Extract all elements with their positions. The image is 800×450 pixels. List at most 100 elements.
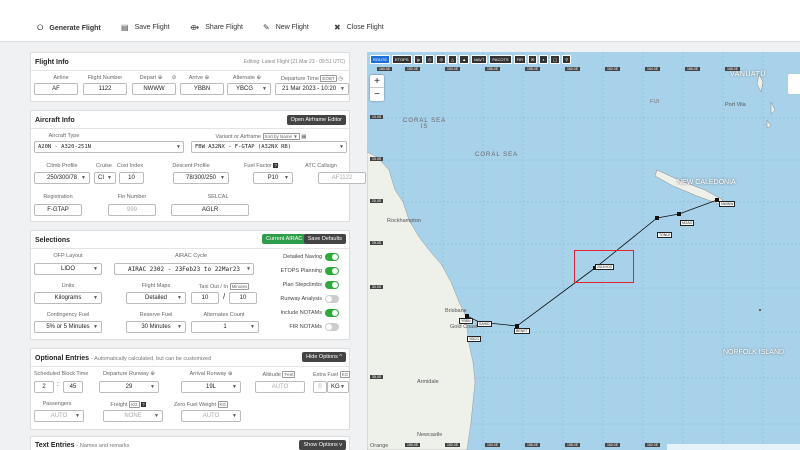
ofp-layout-select[interactable]: LIDO ▼ — [34, 263, 102, 275]
contingency-fuel-select[interactable]: 5% or 5 Minutes ▼ — [34, 321, 102, 333]
circle-icon[interactable]: ◯ — [549, 55, 561, 64]
coord-label: 156.0E — [485, 67, 501, 71]
open-airframe-editor-button[interactable]: Open Airframe Editor — [286, 115, 346, 125]
new-caledonia-landmass — [654, 169, 724, 205]
share-flight-button[interactable]: ⟴ Share Flight — [190, 23, 243, 32]
climb-profile-label: Climb Profile — [46, 163, 78, 169]
aircraft-type-select[interactable]: A20N - A320-251N ▼ — [34, 141, 184, 153]
close-flight-button[interactable]: ✖ Close Flight — [334, 23, 384, 32]
coord-label: 30.0S — [370, 285, 384, 289]
zoom-out-button[interactable]: − — [370, 88, 384, 101]
save-flight-button[interactable]: ▤ Save Flight — [121, 23, 170, 32]
fin-number-field[interactable]: 999 — [108, 204, 156, 216]
waypoint-label-sahid[interactable]: SAHID — [477, 321, 492, 327]
airac-cycle-select[interactable]: AIRAC 2302 - 23Feb23 to 22Mar23 ▼ — [114, 263, 254, 275]
waypoint-label-ybcg[interactable]: YBCG — [467, 336, 481, 342]
cost-index-field[interactable]: 10 — [119, 172, 144, 184]
waypoint-label-noao[interactable]: NOAO — [680, 220, 695, 226]
layers-icon[interactable] — [788, 74, 800, 94]
fuel-factor-select[interactable]: P10 ▼ — [253, 172, 293, 184]
descent-profile-select[interactable]: 78/300/250 ▼ — [173, 172, 229, 184]
waypoint-label-nwww[interactable]: NWWW — [719, 201, 736, 207]
flight-maps-select[interactable]: Detailed ▼ — [126, 292, 186, 304]
extra-fuel-unit-select[interactable]: KG ▼ — [327, 381, 349, 393]
navt-toggle-button[interactable]: NAVT — [471, 55, 488, 64]
waypoint-label-ybbn[interactable]: YBBN — [459, 318, 473, 324]
zfw-label: Zero Fuel Weight KG — [173, 401, 229, 408]
taxi-out-field[interactable]: 10 — [191, 292, 219, 304]
generate-flight-button[interactable]: ⭘ Generate Flight — [37, 23, 101, 33]
new-flight-button[interactable]: ✎ New Flight — [263, 23, 309, 32]
pin-icon[interactable]: ⚲ — [562, 55, 572, 64]
detailed-navlog-toggle[interactable] — [325, 253, 339, 261]
runway-analysis-toggle[interactable] — [325, 295, 339, 303]
depart-field[interactable]: NWWW — [132, 83, 176, 95]
waypoint-label-tonui[interactable]: TONUI — [657, 232, 672, 238]
clock-tool-button[interactable]: ◷ — [424, 55, 435, 64]
save-defaults-button[interactable]: Save Defaults — [303, 234, 346, 244]
chevron-down-icon: ▼ — [250, 324, 255, 330]
extra-fuel-field[interactable]: 0 — [313, 381, 327, 393]
passengers-select[interactable]: AUTO ▼ — [34, 410, 84, 422]
registration-field[interactable]: F-GTAP — [34, 204, 82, 216]
arrival-runway-label: Arrival Runway ⊕ — [189, 371, 233, 377]
block-hours-field[interactable]: 2 — [34, 381, 54, 393]
waypoint-label-highlighted[interactable]: 2511HOX — [595, 264, 615, 270]
target-tool-button[interactable]: ◎ — [436, 55, 446, 64]
flight-info-card: Flight Info Editing: Latest Flight (21 M… — [30, 52, 350, 102]
units-select[interactable]: Kilograms ▼ — [34, 292, 102, 304]
arrive-label: Arrive ⊕ — [188, 75, 210, 81]
mail-icon[interactable]: ✉ — [528, 55, 538, 64]
etops-planning-toggle[interactable] — [325, 267, 339, 275]
registration-label: Registration — [43, 194, 73, 200]
etops-toggle-button[interactable]: ETOPS — [392, 55, 412, 64]
taxi-in-field[interactable]: 10 — [229, 292, 257, 304]
freight-select[interactable]: NONE ▼ — [103, 410, 163, 422]
hide-options-button[interactable]: Hide Options ^ — [302, 352, 346, 362]
block-minutes-field[interactable]: 45 — [63, 381, 83, 393]
swap-icon[interactable]: ⊘ — [170, 75, 178, 81]
chevron-down-icon: ▼ — [93, 295, 98, 301]
arrive-field[interactable]: YBBN — [180, 83, 224, 95]
chevron-down-icon: ▼ — [154, 413, 159, 419]
current-airac-button[interactable]: Current AIRAC — [262, 234, 307, 244]
fir-toggle-button[interactable]: FIR — [513, 55, 527, 64]
filled-triangle-tool-button[interactable]: ▲ — [459, 55, 470, 64]
waypoint-label-benet[interactable]: BENET — [514, 328, 530, 334]
zoom-control: + − — [370, 75, 384, 101]
sort-select[interactable]: Sort by Name ▼ — [262, 133, 300, 140]
cruise-select[interactable]: CI ▼ — [94, 172, 116, 184]
place-coral-sea-islands: CORAL SEA IS — [403, 118, 447, 130]
alternate-select[interactable]: YBCG ▼ — [227, 83, 271, 95]
selcal-field[interactable]: AGLR — [171, 204, 249, 216]
alternates-count-select[interactable]: 1 ▼ — [191, 321, 259, 333]
flight-number-field[interactable]: 1122 — [83, 83, 127, 95]
show-options-button[interactable]: Show Options v — [299, 440, 346, 450]
triangle-tool-button[interactable]: △ — [447, 55, 458, 64]
departure-time-field[interactable]: 21 Mar 2023 - 10:20 ▼ — [275, 83, 349, 95]
route-toggle-button[interactable]: ROUTE — [370, 55, 390, 64]
pacots-toggle-button[interactable]: PACOTS — [489, 55, 512, 64]
half-circle-icon[interactable]: ◐ — [539, 55, 548, 64]
fir-notams-toggle[interactable] — [325, 323, 339, 331]
airline-field[interactable]: AF — [34, 83, 78, 95]
zoom-in-button[interactable]: + — [370, 75, 384, 88]
toggle-label-runway-analysis: Runway Analysis — [280, 296, 322, 302]
block-time-label: Scheduled Block Time — [34, 371, 89, 377]
departure-runway-select[interactable]: 29 ▼ — [99, 381, 159, 393]
zfw-select[interactable]: AUTO ▼ — [181, 410, 241, 422]
variant-select[interactable]: FBW A32NX - F-GTAP (A32NX RB) ▼ — [191, 141, 347, 153]
reserve-fuel-select[interactable]: 30 Minutes ▼ — [126, 321, 186, 333]
waypoint-tool-button[interactable]: ꝕ — [413, 55, 423, 64]
altitude-field[interactable]: AUTO — [255, 381, 305, 393]
coord-label: 156.0E — [525, 443, 541, 447]
include-notams-toggle[interactable] — [325, 309, 339, 317]
plan-stepclimbs-toggle[interactable] — [325, 281, 339, 289]
coord-label: 164.0E — [645, 67, 661, 71]
arrival-runway-select[interactable]: 19L ▼ — [181, 381, 241, 393]
calendar-icon: ▦ — [301, 134, 307, 140]
route-map[interactable]: ROUTE ETOPS ꝕ ◷ ◎ △ ▲ NAVT PACOTS FIR ✉ … — [367, 52, 800, 450]
climb-profile-select[interactable]: 250/300/78 ▼ — [34, 172, 90, 184]
chevron-down-icon: ▼ — [232, 384, 237, 390]
atc-callsign-field[interactable]: AF1122 — [318, 172, 366, 184]
